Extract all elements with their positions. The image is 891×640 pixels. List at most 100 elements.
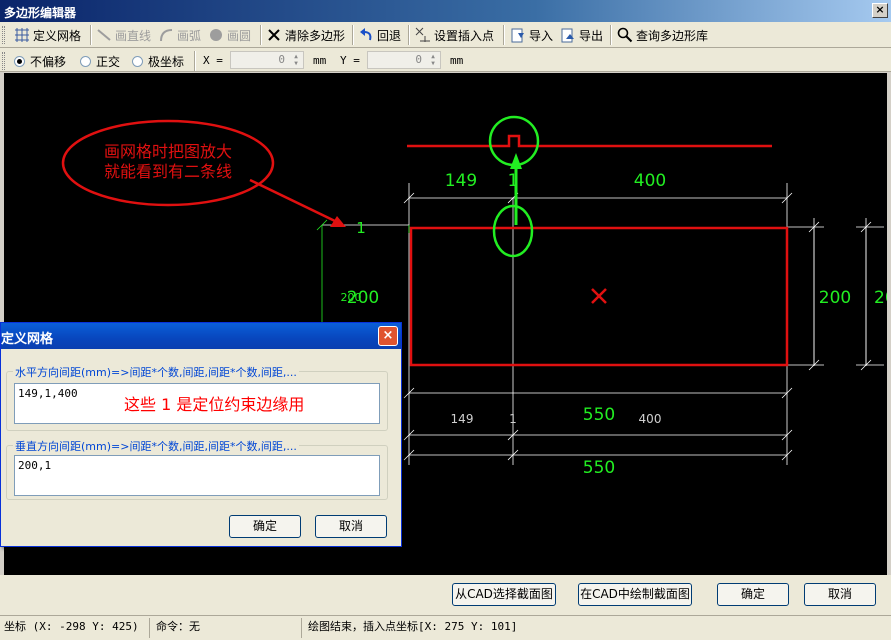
draw-circle-label: 画圆 bbox=[227, 28, 252, 43]
query-library-button[interactable]: 查询多边形库 bbox=[617, 25, 708, 45]
dialog-cancel-button[interactable]: 取消 bbox=[315, 515, 387, 538]
y-unit: mm bbox=[450, 54, 464, 67]
insert-point-marker bbox=[591, 288, 607, 304]
horizontal-spacing-value: 149,1,400 bbox=[18, 387, 78, 400]
vertical-spacing-input[interactable]: 200,1 bbox=[14, 455, 380, 496]
toolbar-grip[interactable] bbox=[2, 52, 5, 70]
toolbar-grip[interactable] bbox=[2, 26, 5, 44]
radio-dot bbox=[80, 56, 91, 67]
options-toolbar: 不偏移 正交 极坐标 X = 0 ▲ ▼ mm Y = 0 ▲ ▼ mm bbox=[0, 48, 891, 72]
vertical-spacing-value: 200,1 bbox=[18, 459, 52, 472]
toolbar-separator bbox=[610, 25, 612, 45]
export-button[interactable]: 导出 bbox=[560, 25, 603, 45]
x-label: X = bbox=[203, 54, 223, 67]
radio-orthogonal[interactable]: 正交 bbox=[80, 53, 120, 70]
dialog-titlebar[interactable]: 定义网格 × bbox=[1, 323, 401, 349]
window-close-button[interactable]: × bbox=[872, 3, 888, 18]
callout-line1: 画网格时把图放大 bbox=[104, 142, 232, 161]
clear-polygon-button[interactable]: 清除多边形 bbox=[266, 25, 345, 45]
status-command: 命令：无 bbox=[152, 618, 302, 638]
x-unit: mm bbox=[313, 54, 327, 67]
undo-button[interactable]: 回退 bbox=[358, 25, 401, 45]
radio-no-offset-label: 不偏移 bbox=[30, 55, 67, 69]
search-icon bbox=[617, 27, 633, 43]
dialog-ok-button[interactable]: 确定 bbox=[229, 515, 301, 538]
dialog-close-button[interactable]: × bbox=[378, 326, 398, 346]
y-input[interactable]: 0 ▲ ▼ bbox=[367, 51, 441, 69]
draw-in-cad-button[interactable]: 在CAD中绘制截面图 bbox=[578, 583, 692, 606]
dim-text-right-far: 20 bbox=[874, 288, 887, 308]
vertical-spacing-label: 垂直方向间距(mm)=>间距*个数,间距,间距*个数,间距,... bbox=[13, 438, 299, 454]
toolbar-separator bbox=[408, 25, 410, 45]
dim-text-top-right: 400 bbox=[634, 171, 666, 191]
cancel-button[interactable]: 取消 bbox=[804, 583, 876, 606]
draw-line-label: 画直线 bbox=[115, 28, 152, 43]
x-input[interactable]: 0 ▲ ▼ bbox=[230, 51, 304, 69]
callout-line2: 就能看到有二条线 bbox=[104, 162, 232, 181]
draw-arc-button[interactable]: 画弧 bbox=[158, 25, 201, 45]
dim-text-right-height: 200 bbox=[819, 288, 851, 308]
dim-ticks bbox=[403, 192, 872, 461]
undo-icon bbox=[358, 27, 374, 43]
define-grid-dialog: 定义网格 × 水平方向间距(mm)=>间距*个数,间距,间距*个数,间距,...… bbox=[0, 322, 402, 547]
status-coordinates: 坐标 (X: -298 Y: 425) bbox=[0, 618, 150, 638]
toolbar-separator bbox=[503, 25, 505, 45]
query-library-label: 查询多边形库 bbox=[636, 28, 709, 43]
define-grid-label: 定义网格 bbox=[33, 28, 82, 43]
define-grid-button[interactable]: 定义网格 bbox=[14, 25, 81, 45]
select-from-cad-button[interactable]: 从CAD选择截面图 bbox=[452, 583, 556, 606]
dim-text-small-left: 149 bbox=[451, 412, 474, 426]
green-arrow-head bbox=[510, 153, 522, 169]
polygon-top-line bbox=[407, 134, 772, 148]
clear-polygon-label: 清除多边形 bbox=[285, 28, 346, 43]
radio-dot-selected bbox=[14, 56, 25, 67]
toolbar-separator bbox=[352, 25, 354, 45]
toolbar-separator bbox=[260, 25, 262, 45]
radio-orthogonal-label: 正交 bbox=[96, 55, 121, 69]
horizontal-spacing-group: 水平方向间距(mm)=>间距*个数,间距,间距*个数,间距,... 149,1,… bbox=[6, 364, 388, 431]
line-icon bbox=[96, 27, 112, 43]
export-icon bbox=[560, 27, 576, 43]
callout-arrow-head bbox=[330, 216, 346, 227]
dim-text-left-one: 1 bbox=[356, 219, 366, 237]
insert-point-icon bbox=[415, 27, 431, 43]
x-value: 0 bbox=[278, 53, 285, 66]
grid-icon bbox=[14, 27, 30, 43]
import-label: 导入 bbox=[529, 28, 554, 43]
y-spinner-icon[interactable]: ▲ ▼ bbox=[427, 53, 439, 67]
dim-text-small-mid: 1 bbox=[509, 412, 517, 426]
circle-icon bbox=[208, 27, 224, 43]
window-title: 多边形编辑器 bbox=[4, 6, 77, 20]
dim-text-mid-total: 550 bbox=[583, 405, 615, 425]
toolbar-separator bbox=[90, 25, 92, 45]
set-insert-point-label: 设置插入点 bbox=[434, 28, 495, 43]
set-insert-point-button[interactable]: 设置插入点 bbox=[415, 25, 494, 45]
radio-no-offset[interactable]: 不偏移 bbox=[14, 53, 66, 70]
dim-text-top-mid: 1 bbox=[508, 171, 519, 191]
x-icon bbox=[266, 27, 282, 43]
status-message: 绘图结束，插入点坐标[X: 275 Y: 101] bbox=[308, 620, 518, 633]
bottom-button-bar: 从CAD选择截面图 在CAD中绘制截面图 确定 取消 bbox=[0, 575, 891, 615]
dimension-lines bbox=[403, 192, 872, 461]
import-button[interactable]: 导入 bbox=[510, 25, 553, 45]
import-icon bbox=[510, 27, 526, 43]
dialog-title: 定义网格 bbox=[1, 332, 54, 347]
undo-label: 回退 bbox=[377, 28, 402, 43]
y-label: Y = bbox=[340, 54, 360, 67]
draw-circle-button[interactable]: 画圆 bbox=[208, 25, 251, 45]
callout-arrow-shaft bbox=[249, 178, 338, 224]
main-toolbar: 定义网格 画直线 画弧 画圆 清除多边形 回退 设置插入点 导入 导出 查询多边… bbox=[0, 22, 891, 48]
highlight-circle-top bbox=[488, 115, 540, 167]
annotation-note: 这些 1 是定位约束边缘用 bbox=[124, 395, 305, 414]
toolbar-separator bbox=[194, 51, 196, 71]
radio-polar-label: 极坐标 bbox=[148, 55, 185, 69]
ok-button[interactable]: 确定 bbox=[717, 583, 789, 606]
draw-line-button[interactable]: 画直线 bbox=[96, 25, 151, 45]
vertical-spacing-group: 垂直方向间距(mm)=>间距*个数,间距,间距*个数,间距,... 200,1 bbox=[6, 438, 388, 500]
status-bar: 坐标 (X: -298 Y: 425) 命令：无 绘图结束，插入点坐标[X: 2… bbox=[0, 615, 891, 640]
radio-dot bbox=[132, 56, 143, 67]
dim-text-top-left: 149 bbox=[445, 171, 477, 191]
x-spinner-icon[interactable]: ▲ ▼ bbox=[290, 53, 302, 67]
dim-text-small-right: 400 bbox=[639, 412, 662, 426]
radio-polar[interactable]: 极坐标 bbox=[132, 53, 184, 70]
